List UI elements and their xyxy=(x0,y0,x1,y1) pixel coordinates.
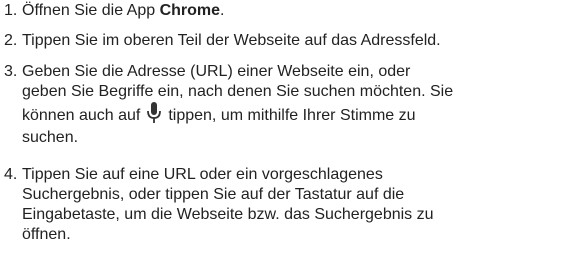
step-line: Eingabetaste, um die Webseite bzw. das S… xyxy=(22,206,434,223)
step-line: öffnen. xyxy=(22,226,71,243)
step-text: Geben Sie die Adresse (URL) einer Websei… xyxy=(22,62,572,148)
step-line: können auch auf tippen, um mithilfe Ihre… xyxy=(22,102,572,128)
step-line-start: können auch auf xyxy=(22,107,141,124)
step-line: Tippen Sie im oberen Teil der Webseite a… xyxy=(22,32,441,49)
step-text-end: . xyxy=(220,2,225,19)
step-line: Tippen Sie auf eine URL oder ein vorgesc… xyxy=(22,166,383,183)
step-line: geben Sie Begriffe ein, nach denen Sie s… xyxy=(22,83,454,100)
step-number: 3. xyxy=(4,63,18,80)
step-number: 2. xyxy=(4,32,18,49)
step-line: Geben Sie die Adresse (URL) einer Websei… xyxy=(22,63,411,80)
step-number: 1. xyxy=(4,2,18,19)
microphone-icon xyxy=(146,102,162,124)
step-line-end: tippen, um mithilfe Ihrer Stimme zu xyxy=(168,107,416,124)
step-line: Suchergebnis, oder tippen Sie auf der Ta… xyxy=(22,186,405,203)
step-text: Öffnen Sie die App Chrome. xyxy=(22,1,572,21)
step-text-start: Öffnen Sie die App xyxy=(22,2,160,19)
step-text: Tippen Sie auf eine URL oder ein vorgesc… xyxy=(22,165,572,245)
step-text: Tippen Sie im oberen Teil der Webseite a… xyxy=(22,31,572,51)
step-line: suchen. xyxy=(22,129,79,146)
app-name: Chrome xyxy=(159,2,221,19)
step-number: 4. xyxy=(4,166,18,183)
instruction-list: 1. Öffnen Sie die App Chrome. 2. Tippen … xyxy=(0,0,578,272)
